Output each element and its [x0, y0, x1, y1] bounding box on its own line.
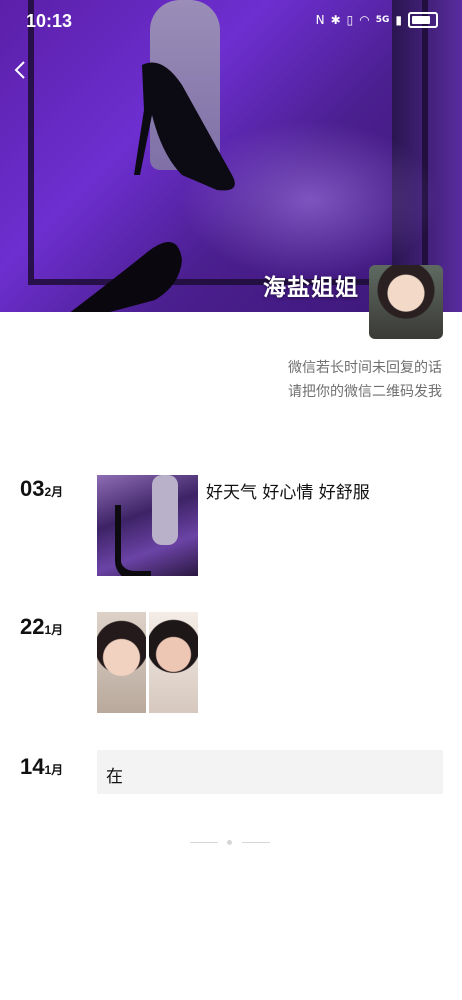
signal-icon: ▮ — [395, 13, 402, 27]
end-dot — [227, 840, 232, 845]
post-text[interactable]: 好天气 好心情 好舒服 — [206, 478, 370, 503]
post-day: 14 — [20, 754, 45, 779]
end-line-right — [242, 842, 270, 843]
post-month: 2月 — [44, 485, 64, 499]
post-text: 在 — [106, 767, 123, 787]
status-bar: 10:13 N ✱ ▯ ◠ 5G ▮ — [0, 0, 462, 44]
post-day: 22 — [20, 614, 45, 639]
post-image-leg — [152, 475, 178, 545]
post-image[interactable] — [149, 612, 198, 713]
back-chevron-icon — [14, 61, 25, 79]
post-date: 221月 — [20, 614, 63, 640]
post-date: 141月 — [20, 754, 63, 780]
post-image-heel — [115, 505, 151, 576]
vibrate-icon: ▯ — [346, 13, 354, 27]
post-month: 1月 — [44, 763, 64, 777]
cover-heel-shoe-2 — [70, 242, 182, 312]
post-text-card[interactable]: 在 — [97, 750, 443, 794]
post-image[interactable] — [97, 475, 198, 576]
post-image[interactable] — [97, 612, 146, 713]
network-label: 5G — [375, 15, 390, 25]
signature-line-2: 请把你的微信二维码发我 — [288, 384, 442, 400]
post-date: 032月 — [20, 476, 63, 502]
status-icons: N ✱ ▯ ◠ 5G ▮ — [316, 12, 438, 28]
wifi-icon: ◠ — [359, 13, 370, 27]
end-line-left — [190, 842, 218, 843]
signature-line-1: 微信若长时间未回复的话 — [288, 360, 442, 376]
nfc-icon: N — [315, 13, 325, 27]
status-time: 10:13 — [26, 11, 73, 31]
profile-signature: 微信若长时间未回复的话 请把你的微信二维码发我 — [288, 356, 442, 404]
profile-nickname[interactable]: 海盐姐姐 — [263, 268, 359, 302]
back-button[interactable] — [14, 60, 34, 80]
battery-icon — [408, 12, 438, 28]
post-day: 03 — [20, 476, 45, 501]
end-of-list-marker — [190, 840, 270, 846]
bluetooth-icon: ✱ — [330, 13, 341, 27]
profile-avatar[interactable] — [369, 265, 443, 339]
cover-heel-shoe — [134, 62, 235, 191]
post-month: 1月 — [44, 623, 64, 637]
